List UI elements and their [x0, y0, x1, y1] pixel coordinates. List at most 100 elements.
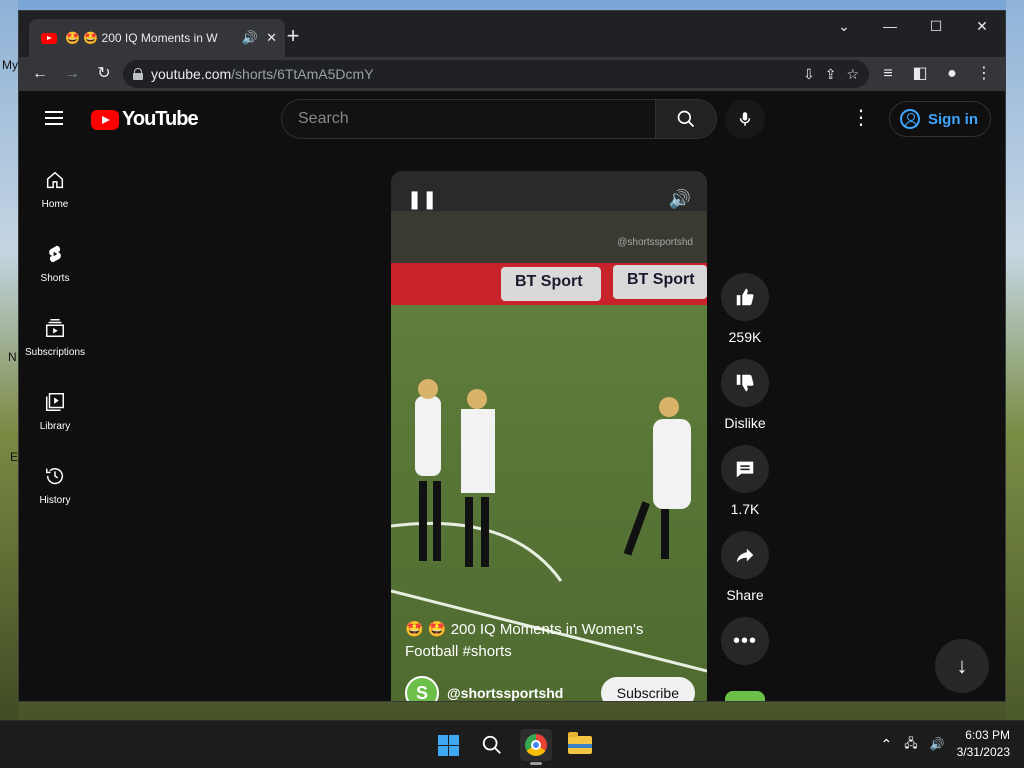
start-button[interactable] [432, 729, 464, 761]
arrow-down-icon: ↓ [956, 653, 968, 678]
subscriptions-icon [46, 319, 64, 337]
guide-item-label: Shorts [40, 273, 70, 284]
guide-item-subscriptions[interactable]: Subscriptions [19, 303, 91, 377]
comments-action: 1.7K [719, 445, 771, 517]
guide-item-shorts[interactable]: Shorts [19, 229, 91, 303]
search-taskbar-button[interactable] [476, 729, 508, 761]
search-icon [677, 110, 695, 128]
search-input[interactable] [281, 99, 655, 139]
youtube-favicon-icon [41, 32, 57, 44]
guide-item-label: Subscriptions [24, 347, 86, 358]
youtube-logo[interactable]: YouTube [91, 108, 199, 131]
thumbs-up-icon [736, 288, 754, 306]
window-controls: ⌄ — ☐ ✕ [821, 11, 1005, 41]
desktop-icon-label: My [2, 58, 18, 72]
desktop-wallpaper-right [1006, 0, 1024, 720]
chevron-up-icon[interactable]: ⌃ [881, 736, 893, 753]
maximize-icon[interactable]: ☐ [913, 11, 959, 41]
side-panel-icon[interactable]: ◧ [907, 61, 933, 87]
more-options-button[interactable]: ••• [721, 617, 769, 665]
sign-in-label: Sign in [928, 110, 978, 128]
dislike-label: Dislike [724, 415, 766, 431]
dislike-button[interactable] [721, 359, 769, 407]
volume-icon[interactable]: 🔊 [930, 737, 945, 751]
profile-icon[interactable]: ● [939, 61, 965, 87]
bookmark-star-icon[interactable]: ☆ [846, 66, 859, 83]
youtube-play-logo-icon [91, 109, 119, 130]
guide-item-library[interactable]: Library [19, 377, 91, 451]
clock-date: 3/31/2023 [956, 745, 1010, 759]
chrome-taskbar-button[interactable] [520, 729, 552, 765]
channel-thumbnail-peek[interactable] [725, 691, 765, 701]
tab-search-chevron-icon[interactable]: ⌄ [821, 11, 867, 41]
comment-icon [736, 461, 754, 478]
chrome-menu-icon[interactable]: ⋮ [971, 61, 997, 87]
microphone-icon [739, 112, 751, 126]
more-action: ••• [719, 617, 771, 665]
youtube-logo-text: YouTube [122, 108, 199, 130]
close-tab-icon[interactable]: ✕ [266, 30, 277, 46]
speaker-icon[interactable]: 🔊 [242, 30, 258, 46]
browser-tab-active[interactable]: 🤩 🤩 200 IQ Moments in W 🔊 ✕ [29, 19, 285, 57]
like-button[interactable] [721, 273, 769, 321]
short-title[interactable]: 🤩 🤩 200 IQ Moments in Women's Football #… [405, 619, 685, 663]
clock[interactable]: 6:03 PM 3/31/2023 [957, 727, 1010, 761]
sign-in-button[interactable]: Sign in [889, 101, 991, 137]
comment-count: 1.7K [730, 501, 760, 517]
guide-sidebar: Home Shorts Subscriptions Library Histor… [19, 155, 91, 525]
subscribe-button[interactable]: Subscribe [600, 677, 695, 701]
account-icon [900, 109, 920, 129]
masthead: YouTube ⋮ Sign in [19, 91, 1005, 147]
folder-icon [568, 732, 592, 754]
share-action: Share [719, 531, 771, 603]
search-button[interactable] [655, 99, 717, 139]
channel-avatar[interactable]: S [405, 676, 439, 701]
shorts-player[interactable]: ❚❚ 🔊 @shortssportshd BT Sport BT Sport 🤩… [391, 171, 707, 701]
close-window-icon[interactable]: ✕ [959, 11, 1005, 41]
guide-item-label: Home [41, 199, 69, 210]
like-action: 259K [719, 273, 771, 345]
reload-icon[interactable]: ↻ [91, 61, 117, 87]
volume-icon[interactable]: 🔊 [669, 189, 691, 210]
back-arrow-icon[interactable]: ← [27, 61, 53, 87]
new-tab-button[interactable]: + [279, 23, 307, 51]
guide-item-history[interactable]: History [19, 451, 91, 525]
install-app-icon[interactable]: ⇩ [803, 66, 815, 83]
next-video-button[interactable]: ↓ [935, 639, 989, 693]
hamburger-menu-icon[interactable] [45, 111, 63, 125]
media-control-icon[interactable]: ≡ [875, 61, 901, 87]
like-count: 259K [728, 329, 762, 345]
share-page-icon[interactable]: ⇪ [825, 66, 837, 83]
desktop-icon-label: E [10, 450, 19, 464]
address-bar[interactable]: youtube.com/shorts/6TtAmA5DcmY ⇩ ⇪ ☆ [123, 60, 869, 88]
ad-board-text: BT Sport [627, 271, 695, 288]
comments-button[interactable] [721, 445, 769, 493]
chrome-icon [525, 734, 547, 756]
share-button[interactable] [721, 531, 769, 579]
browser-window: 🤩 🤩 200 IQ Moments in W 🔊 ✕ + ⌄ — ☐ ✕ ← … [18, 10, 1006, 702]
voice-search-button[interactable] [725, 99, 765, 139]
shorts-actions: 259K Dislike 1.7K Share ••• [719, 273, 771, 679]
guide-item-home[interactable]: Home [19, 155, 91, 229]
thumbs-down-icon [736, 374, 754, 392]
search-box [281, 99, 717, 139]
history-icon [46, 468, 64, 485]
minimize-icon[interactable]: — [867, 11, 913, 41]
share-label: Share [726, 587, 764, 603]
channel-name[interactable]: @shortssportshd [447, 685, 593, 701]
clock-time: 6:03 PM [965, 728, 1010, 742]
file-explorer-taskbar-button[interactable] [564, 729, 596, 761]
url-host: youtube.com [151, 66, 232, 82]
dislike-action: Dislike [719, 359, 771, 431]
network-icon[interactable]: 🖧 [904, 734, 917, 755]
lock-icon[interactable] [133, 68, 143, 80]
settings-kebab-icon[interactable]: ⋮ [851, 107, 871, 129]
windows-taskbar: ⌃ 🖧 🔊 6:03 PM 3/31/2023 [0, 720, 1024, 768]
ad-board-text: BT Sport [515, 273, 583, 290]
share-arrow-icon [736, 548, 754, 563]
pause-icon[interactable]: ❚❚ [407, 189, 437, 210]
desktop-icon-label: N [8, 350, 17, 364]
search-icon [482, 735, 501, 754]
taskbar-apps [432, 729, 596, 765]
forward-arrow-icon[interactable]: → [59, 61, 85, 87]
